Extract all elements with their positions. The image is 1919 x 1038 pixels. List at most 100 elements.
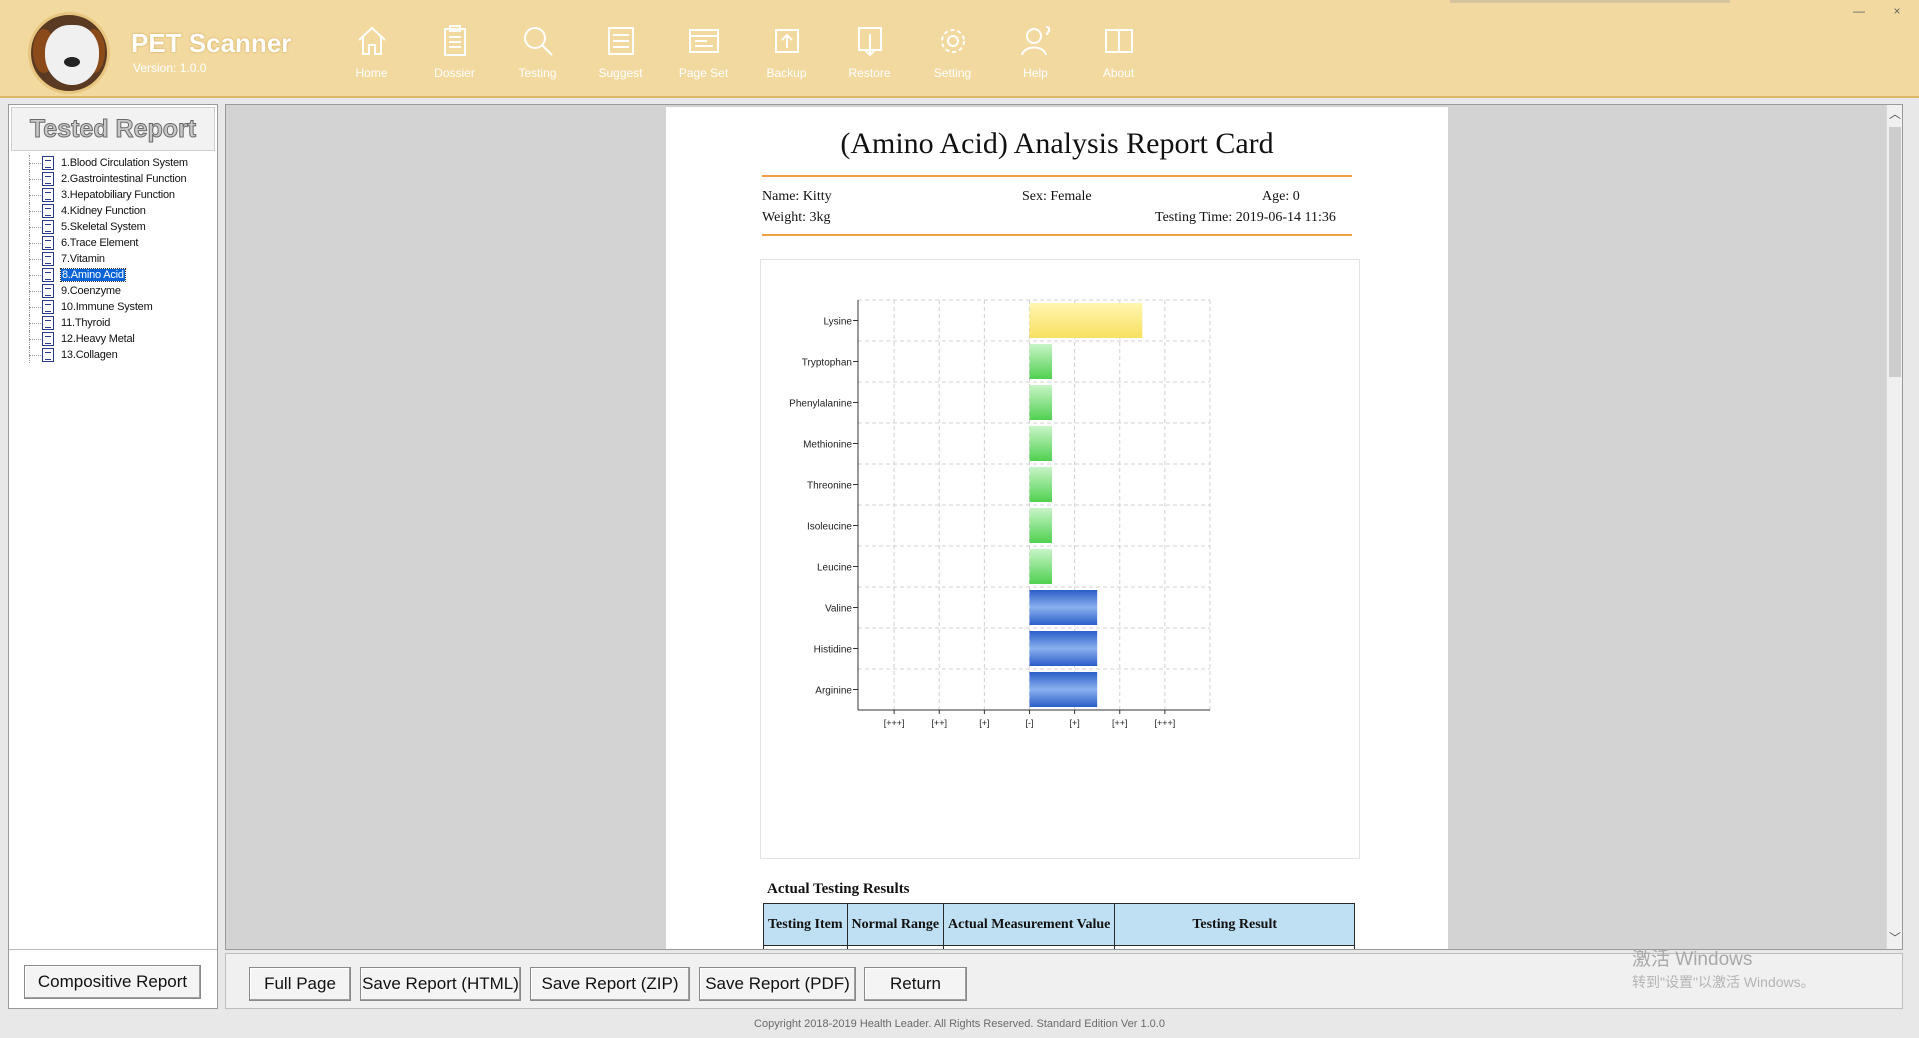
- y-tick-label: Phenylalanine: [789, 399, 852, 410]
- table-row: [763, 945, 1355, 949]
- nav-label: Help: [1023, 66, 1048, 80]
- nav-page-set[interactable]: Page Set: [662, 24, 745, 90]
- tree-item-hepatobiliary[interactable]: 3.Hepatobiliary Function: [19, 187, 215, 203]
- report-page: (Amino Acid) Analysis Report Card Name: …: [666, 107, 1448, 949]
- table-header: Normal Range: [846, 903, 945, 946]
- x-tick-label: [++]: [1112, 718, 1128, 728]
- section-title: Actual Testing Results: [767, 881, 910, 897]
- vertical-scrollbar[interactable]: ︿ ﹀: [1886, 105, 1902, 949]
- app-logo: [28, 12, 110, 94]
- results-table: Testing Item Normal Range Actual Measure…: [763, 903, 1355, 949]
- nav-about[interactable]: About: [1077, 24, 1160, 90]
- chart-bar: [1029, 631, 1098, 666]
- app-version: Version: 1.0.0: [133, 61, 207, 75]
- nav-label: Suggest: [598, 66, 643, 80]
- report-title: (Amino Acid) Analysis Report Card: [840, 127, 1274, 160]
- document-icon: [42, 220, 54, 234]
- report-tree-panel: Tested Report 1.Blood Circulation System…: [8, 104, 218, 1009]
- chart-bar: [1029, 672, 1098, 707]
- copyright-footer: Copyright 2018-2019 Health Leader. All R…: [754, 1018, 1165, 1030]
- table-header: Testing Item: [763, 903, 848, 946]
- nav-label: Dossier: [434, 66, 475, 80]
- close-button[interactable]: ×: [1884, 4, 1910, 20]
- save-pdf-button[interactable]: Save Report (PDF): [699, 967, 856, 1001]
- y-tick-label: Leucine: [817, 563, 852, 574]
- title-rule: [762, 175, 1352, 177]
- document-icon: [42, 268, 54, 282]
- activation-watermark-title: 激活 Windows: [1632, 949, 1753, 970]
- nav-label: Home: [355, 66, 388, 80]
- x-tick-label: [+]: [979, 718, 989, 728]
- tree-item-amino-acid[interactable]: 8.Amino Acid: [19, 267, 215, 283]
- nav-label: Restore: [848, 66, 891, 80]
- chart-bar: [1029, 303, 1143, 338]
- report-viewer[interactable]: (Amino Acid) Analysis Report Card Name: …: [225, 104, 1903, 950]
- report-tree: 1.Blood Circulation System 2.Gastrointes…: [19, 155, 215, 463]
- chart-bar: [1029, 385, 1053, 420]
- chart-bar: [1029, 344, 1053, 379]
- chart-bar: [1029, 549, 1053, 584]
- tree-item-blood-circulation[interactable]: 1.Blood Circulation System: [19, 155, 215, 171]
- full-page-button[interactable]: Full Page: [249, 967, 351, 1001]
- tree-item-trace-element[interactable]: 6.Trace Element: [19, 235, 215, 251]
- nav-dossier[interactable]: Dossier: [413, 24, 496, 90]
- document-icon: [42, 316, 54, 330]
- app-header: PET Scanner Version: 1.0.0 Home Dossier …: [0, 0, 1919, 98]
- x-tick-label: [+++]: [884, 718, 905, 728]
- nav-setting[interactable]: Setting: [911, 24, 994, 90]
- window-title-strip: [1450, 0, 1730, 3]
- compositive-report-button[interactable]: Compositive Report: [24, 965, 201, 999]
- panel-divider: [9, 949, 217, 950]
- save-zip-button[interactable]: Save Report (ZIP): [530, 967, 690, 1001]
- tree-item-kidney[interactable]: 4.Kidney Function: [19, 203, 215, 219]
- tree-item-heavy-metal[interactable]: 12.Heavy Metal: [19, 331, 215, 347]
- nav-testing[interactable]: Testing: [496, 24, 579, 90]
- document-icon: [42, 300, 54, 314]
- patient-age: Age: 0: [1262, 189, 1300, 204]
- nav-label: Setting: [933, 66, 972, 80]
- nav-label: About: [1102, 66, 1135, 80]
- document-icon: [42, 348, 54, 362]
- nav-home[interactable]: Home: [330, 24, 413, 90]
- page-setup-icon: [688, 29, 719, 53]
- clipboard-icon: [443, 25, 466, 56]
- tree-item-collagen[interactable]: 13.Collagen: [19, 347, 215, 363]
- minimize-button[interactable]: —: [1846, 4, 1872, 20]
- nav-help[interactable]: Help: [994, 24, 1077, 90]
- magnifier-icon: [523, 27, 553, 56]
- return-button[interactable]: Return: [864, 967, 967, 1001]
- table-header: Actual Measurement Value: [943, 903, 1116, 946]
- tree-item-coenzyme[interactable]: 9.Coenzyme: [19, 283, 215, 299]
- testing-time: Testing Time: 2019-06-14 11:36: [1155, 210, 1336, 225]
- document-icon: [42, 172, 54, 186]
- tree-item-thyroid[interactable]: 11.Thyroid: [19, 315, 215, 331]
- chart-bar: [1029, 467, 1053, 502]
- patient-sex: Sex: Female: [1022, 189, 1092, 204]
- document-icon: [42, 252, 54, 266]
- chart-bar: [1029, 426, 1053, 461]
- app-title: PET Scanner: [131, 28, 292, 58]
- book-icon: [1104, 29, 1133, 53]
- save-html-button[interactable]: Save Report (HTML): [360, 967, 521, 1001]
- x-tick-label: [++]: [931, 718, 947, 728]
- home-icon: [357, 26, 386, 55]
- y-tick-label: Methionine: [803, 440, 852, 451]
- scroll-up-icon[interactable]: ︿: [1887, 105, 1902, 123]
- x-tick-label: [+++]: [1154, 718, 1175, 728]
- tree-item-gastrointestinal[interactable]: 2.Gastrointestinal Function: [19, 171, 215, 187]
- tree-item-vitamin[interactable]: 7.Vitamin: [19, 251, 215, 267]
- tree-item-immune-system[interactable]: 10.Immune System: [19, 299, 215, 315]
- scroll-thumb[interactable]: [1889, 127, 1901, 377]
- amino-acid-chart: Lysine Tryptophan Phenylalanine Methionine T…: [760, 259, 1360, 859]
- table-header: Testing Result: [1114, 903, 1355, 946]
- scroll-down-icon[interactable]: ﹀: [1887, 929, 1902, 947]
- nav-label: Testing: [518, 66, 557, 80]
- nav-backup[interactable]: Backup: [745, 24, 828, 90]
- document-icon: [42, 284, 54, 298]
- nav-suggest[interactable]: Suggest: [579, 24, 662, 90]
- nav-restore[interactable]: Restore: [828, 24, 911, 90]
- tree-item-skeletal[interactable]: 5.Skeletal System: [19, 219, 215, 235]
- main-nav: Home Dossier Testing Suggest Page Set Ba…: [330, 24, 1160, 90]
- document-icon: [42, 236, 54, 250]
- chart-svg: Lysine Tryptophan Phenylalanine Methionine T…: [789, 299, 1211, 728]
